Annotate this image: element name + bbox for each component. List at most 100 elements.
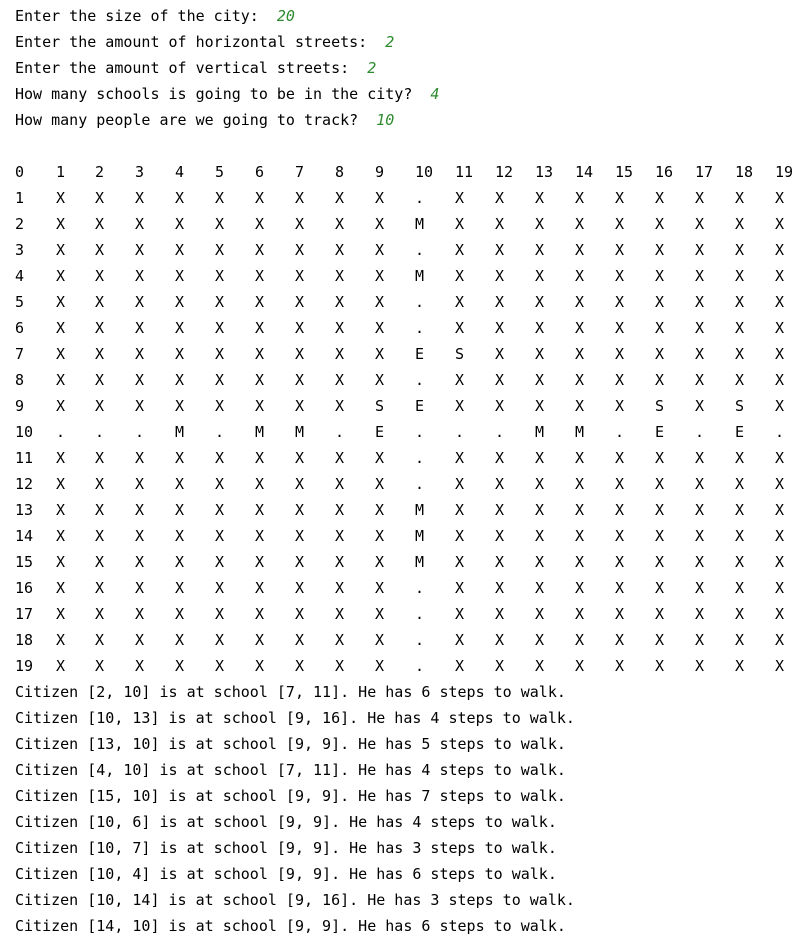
grid-cell: X — [655, 189, 665, 207]
grid-row: 1 X X X X X X X X X. X X X X X X X X X — [15, 185, 800, 211]
grid-row: 18 X X X X X X X X X. X X X X X X X X X — [15, 627, 800, 653]
grid-row: 15 X X X X X X X X X M X X X X X X X X X — [15, 549, 800, 575]
grid-cell: X — [455, 397, 465, 415]
grid-cell: X — [215, 527, 225, 545]
grid-cell: X — [455, 631, 465, 649]
column-number: 17 — [695, 163, 714, 181]
grid-cell: X — [135, 553, 145, 571]
grid-cell: X — [495, 215, 505, 233]
grid-cell: X — [135, 319, 145, 337]
grid-row: 12 X X X X X X X X X. X X X X X X X X X — [15, 471, 800, 497]
grid-cell: X — [215, 293, 225, 311]
grid-cell: X — [775, 605, 785, 623]
grid-cell: S — [375, 397, 385, 415]
grid-cell: X — [375, 189, 385, 207]
grid-cell: . — [415, 475, 425, 493]
grid-cell: X — [735, 579, 745, 597]
grid-cell: X — [295, 605, 305, 623]
grid-cell: X — [56, 605, 66, 623]
grid-cell: X — [255, 501, 265, 519]
grid-cell: X — [255, 449, 265, 467]
grid-cell: X — [95, 293, 105, 311]
grid-cell: X — [495, 501, 505, 519]
grid-cell: X — [455, 319, 465, 337]
grid-cell: X — [335, 657, 345, 675]
grid-cell: X — [575, 527, 585, 545]
prompt-input-value[interactable]: 2 — [367, 59, 376, 77]
column-number: 2 — [95, 163, 105, 181]
row-number: 6 — [15, 319, 25, 337]
grid-cell: X — [255, 579, 265, 597]
grid-cell: X — [135, 241, 145, 259]
grid-cell: X — [775, 657, 785, 675]
grid-cell: S — [655, 397, 665, 415]
grid-cell: X — [375, 553, 385, 571]
grid-row: 16 X X X X X X X X X. X X X X X X X X X — [15, 575, 800, 601]
grid-cell: X — [655, 605, 665, 623]
grid-cell: X — [575, 501, 585, 519]
grid-cell: X — [615, 449, 625, 467]
grid-cell: X — [135, 657, 145, 675]
grid-row: 4 X X X X X X X X X M X X X X X X X X X — [15, 263, 800, 289]
grid-cell: X — [735, 215, 745, 233]
grid-cell: X — [535, 267, 545, 285]
grid-cell: X — [695, 579, 705, 597]
grid-cell: X — [535, 657, 545, 675]
grid-cell: X — [375, 215, 385, 233]
grid-cell: X — [495, 241, 505, 259]
grid-cell: X — [295, 527, 305, 545]
grid-cell: X — [615, 397, 625, 415]
column-number: 11 — [455, 163, 474, 181]
prompt-input-value[interactable]: 10 — [376, 111, 394, 129]
grid-cell: X — [615, 579, 625, 597]
grid-row: 3 X X X X X X X X X. X X X X X X X X X — [15, 237, 800, 263]
grid-cell: X — [535, 293, 545, 311]
grid-cell: X — [575, 631, 585, 649]
prompt-line: How many people are we going to track? 1… — [15, 107, 800, 133]
citizen-result-line: Citizen [14, 10] is at school [9, 9]. He… — [15, 917, 566, 935]
grid-cell: X — [335, 345, 345, 363]
citizen-result-line: Citizen [4, 10] is at school [7, 11]. He… — [15, 761, 566, 779]
prompt-input-value[interactable]: 4 — [430, 85, 439, 103]
grid-cell: X — [455, 579, 465, 597]
grid-cell: X — [615, 267, 625, 285]
grid-cell: X — [695, 241, 705, 259]
grid-cell: X — [375, 475, 385, 493]
grid-cell: M — [415, 527, 425, 545]
citizen-result-line: Citizen [2, 10] is at school [7, 11]. He… — [15, 683, 566, 701]
grid-cell: X — [375, 501, 385, 519]
grid-cell: X — [695, 345, 705, 363]
column-number: 9 — [375, 163, 385, 181]
grid-cell: X — [255, 475, 265, 493]
grid-cell: X — [375, 605, 385, 623]
prompt-input-value[interactable]: 2 — [385, 33, 394, 51]
grid-cell: X — [135, 397, 145, 415]
grid-cell: S — [455, 345, 465, 363]
grid-cell: X — [655, 475, 665, 493]
row-number: 3 — [15, 241, 25, 259]
grid-cell: X — [56, 579, 66, 597]
grid-cell: M — [175, 423, 185, 441]
grid-cell: . — [415, 293, 425, 311]
grid-cell: X — [455, 371, 465, 389]
column-number: 12 — [495, 163, 514, 181]
grid-cell: X — [535, 371, 545, 389]
grid-cell: M — [415, 553, 425, 571]
grid-cell: X — [775, 345, 785, 363]
column-number: 7 — [295, 163, 305, 181]
grid-cell: X — [775, 527, 785, 545]
grid-cell: X — [56, 345, 66, 363]
grid-cell: X — [56, 293, 66, 311]
grid-cell: X — [255, 189, 265, 207]
grid-cell: . — [775, 423, 785, 441]
grid-cell: X — [255, 631, 265, 649]
grid-cell: X — [575, 553, 585, 571]
grid-cell: X — [215, 501, 225, 519]
grid-cell: X — [375, 345, 385, 363]
grid-cell: X — [735, 293, 745, 311]
prompt-input-value[interactable]: 20 — [277, 7, 295, 25]
grid-cell: X — [375, 579, 385, 597]
grid-cell: X — [535, 189, 545, 207]
grid-cell: X — [175, 449, 185, 467]
grid-cell: X — [215, 631, 225, 649]
